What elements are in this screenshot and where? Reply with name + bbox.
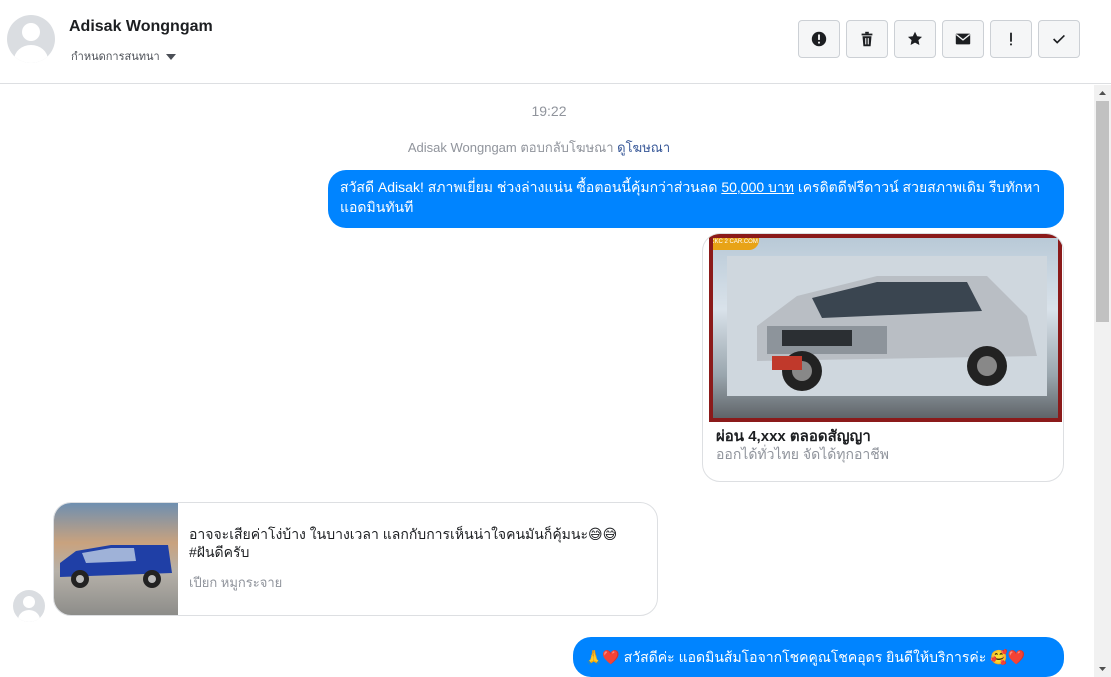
conversation-header: Adisak Wongngam กำหนดการสนทนา xyxy=(0,0,1111,84)
outgoing-message: สวัสดี Adisak! สภาพเยี่ยม ช่วงล่างแน่น ซ… xyxy=(328,170,1064,228)
scrollbar-thumb[interactable] xyxy=(1096,101,1109,322)
spam-button[interactable] xyxy=(990,20,1032,58)
scrollbar[interactable] xyxy=(1094,85,1111,677)
ad-card-subtitle: ออกได้ทั่วไทย จัดได้ทุกอาชีพ xyxy=(716,446,890,462)
star-icon xyxy=(907,31,923,46)
scroll-up-arrow-icon[interactable] xyxy=(1094,85,1111,100)
post-thumbnail xyxy=(54,503,178,615)
ad-reply-note: Adisak Wongngam ตอบกลับโฆษณา ดูโฆษณา xyxy=(0,137,1078,158)
alert-circle-icon xyxy=(811,31,827,47)
assign-conversation-dropdown[interactable]: กำหนดการสนทนา xyxy=(71,47,176,65)
scroll-down-arrow-icon[interactable] xyxy=(1094,662,1111,677)
message-text-prefix: สวัสดี Adisak! สภาพเยี่ยม ช่วงล่างแน่น ซ… xyxy=(340,179,722,195)
shared-post-source: เปียก หมูกระจาย xyxy=(189,575,283,590)
price-link[interactable]: 50,000 บาท xyxy=(721,179,794,195)
blue-truck-illustration xyxy=(60,545,172,588)
conversation-thread: 19:22 Adisak Wongngam ตอบกลับโฆษณา ดูโฆษ… xyxy=(0,85,1094,677)
envelope-icon xyxy=(955,33,971,45)
check-icon xyxy=(1053,34,1065,44)
mark-unread-button[interactable] xyxy=(942,20,984,58)
incoming-shared-post[interactable]: อาจจะเสียค่าโง่บ้าง ในบางเวลา แลกกับการเ… xyxy=(53,502,658,616)
toolbar xyxy=(798,20,1080,58)
exclamation-icon xyxy=(1010,32,1012,46)
car-image: CKC 2 CAR.COM xyxy=(709,234,1062,422)
report-button[interactable] xyxy=(798,20,840,58)
contact-name[interactable]: Adisak Wongngam xyxy=(69,18,213,36)
caret-down-icon xyxy=(165,53,176,60)
delete-button[interactable] xyxy=(846,20,888,58)
assign-conversation-label: กำหนดการสนทนา xyxy=(71,51,160,63)
mark-done-button[interactable] xyxy=(1038,20,1080,58)
view-ad-link[interactable]: ดูโฆษณา xyxy=(617,140,670,155)
shared-post-text: อาจจะเสียค่าโง่บ้าง ในบางเวลา แลกกับการเ… xyxy=(189,526,618,560)
message-timestamp: 19:22 xyxy=(531,103,567,119)
sender-avatar[interactable] xyxy=(13,590,45,622)
ad-reply-text: Adisak Wongngam ตอบกลับโฆษณา xyxy=(407,140,614,155)
avatar[interactable] xyxy=(7,15,55,63)
star-button[interactable] xyxy=(894,20,936,58)
trash-icon xyxy=(861,31,873,47)
outgoing-message: 🙏❤️ สวัสดีค่ะ แอดมินส้มโอจากโชคคูณโชคอุด… xyxy=(573,637,1064,677)
ad-card[interactable]: CKC 2 CAR.COM ผ่อน 4,xxx ตลอดสัญญา ออกได… xyxy=(702,233,1064,482)
